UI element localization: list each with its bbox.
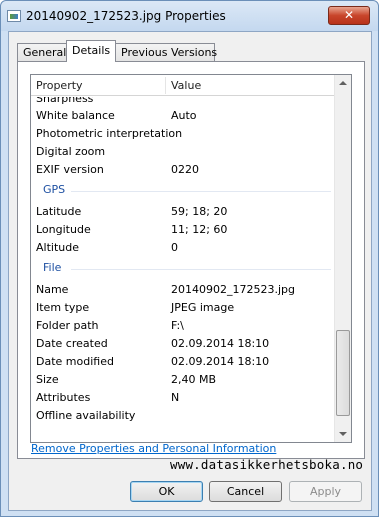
property-name: Folder path [36,319,99,332]
scroll-up-icon[interactable] [339,81,347,85]
ok-button[interactable]: OK [130,481,203,502]
window-title: 20140902_172523.jpg Properties [26,9,226,23]
remove-properties-link[interactable]: Remove Properties and Personal Informati… [31,442,276,455]
column-divider[interactable] [165,77,166,94]
list-item[interactable]: Latitude 59; 18; 20 [31,203,337,221]
property-name: Offline availability [36,409,136,422]
list-item[interactable]: Folder path F:\ [31,317,337,335]
list-item[interactable]: Size 2,40 MB [31,371,337,389]
details-panel: Property Value Sharpness White balance A… [17,61,365,459]
property-name: EXIF version [36,163,104,176]
scroll-down-icon[interactable] [339,432,347,436]
property-name: Size [36,373,59,386]
property-value: N [171,391,180,404]
property-name: White balance [36,109,115,122]
list-item[interactable]: Attributes N [31,389,337,407]
property-name: Latitude [36,205,82,218]
property-value: 2,40 MB [171,373,217,386]
property-value: 20140902_172523.jpg [171,283,295,296]
list-item[interactable]: Photometric interpretation [31,125,337,143]
properties-window: 20140902_172523.jpg Properties ✕ General… [0,0,379,517]
property-value: 02.09.2014 18:10 [171,337,270,350]
property-name: Photometric interpretation [36,127,183,140]
group-label: GPS [43,183,66,196]
property-name: Longitude [36,223,91,236]
property-name: Item type [36,301,90,314]
property-name: Sharpness [36,97,94,105]
column-value[interactable]: Value [171,79,201,92]
property-name: Name [36,283,69,296]
dialog-client: General Details Previous Versions Proper… [8,31,372,511]
image-file-icon [7,10,21,22]
watermark-text: www.datasikkerhetsboka.no [170,457,364,472]
property-name: Date created [36,337,108,350]
list-item[interactable]: EXIF version 0220 [31,161,337,179]
column-header: Property Value [31,75,337,96]
apply-button[interactable]: Apply [289,481,362,502]
cancel-button[interactable]: Cancel [209,481,282,502]
tab-details[interactable]: Details [66,40,116,62]
tab-previous-versions[interactable]: Previous Versions [115,43,217,62]
vertical-scrollbar[interactable] [334,75,351,442]
group-header-gps[interactable]: GPS [31,181,337,199]
list-item[interactable]: Longitude 11; 12; 60 [31,221,337,239]
list-item[interactable]: Date created 02.09.2014 18:10 [31,335,337,353]
property-rows: Sharpness White balance Auto Photometric… [31,97,337,442]
property-value: 11; 12; 60 [171,223,228,236]
scroll-thumb[interactable] [336,330,350,416]
list-item[interactable]: Altitude 0 [31,239,337,257]
property-value: 0220 [171,163,199,176]
column-property[interactable]: Property [36,79,83,92]
tab-general[interactable]: General [17,43,67,62]
list-item[interactable]: Digital zoom [31,143,337,161]
list-item[interactable]: Item type JPEG image [31,299,337,317]
properties-list[interactable]: Property Value Sharpness White balance A… [30,74,352,443]
group-header-file[interactable]: File [31,259,337,277]
list-item[interactable]: White balance Auto [31,107,337,125]
property-name: Attributes [36,391,91,404]
property-name: Digital zoom [36,145,106,158]
group-label: File [43,261,62,274]
property-value: F:\ [171,319,184,332]
property-value: JPEG image [171,301,235,314]
property-value: 02.09.2014 18:10 [171,355,270,368]
property-value: 0 [171,241,178,254]
list-item[interactable]: Name 20140902_172523.jpg [31,281,337,299]
list-item[interactable]: Date modified 02.09.2014 18:10 [31,353,337,371]
property-name: Date modified [36,355,114,368]
close-button[interactable]: ✕ [328,6,370,25]
property-value: Auto [171,109,197,122]
list-item[interactable]: Offline availability [31,407,337,425]
title-bar[interactable]: 20140902_172523.jpg Properties ✕ [1,1,378,31]
property-value: 59; 18; 20 [171,205,228,218]
property-name: Altitude [36,241,79,254]
